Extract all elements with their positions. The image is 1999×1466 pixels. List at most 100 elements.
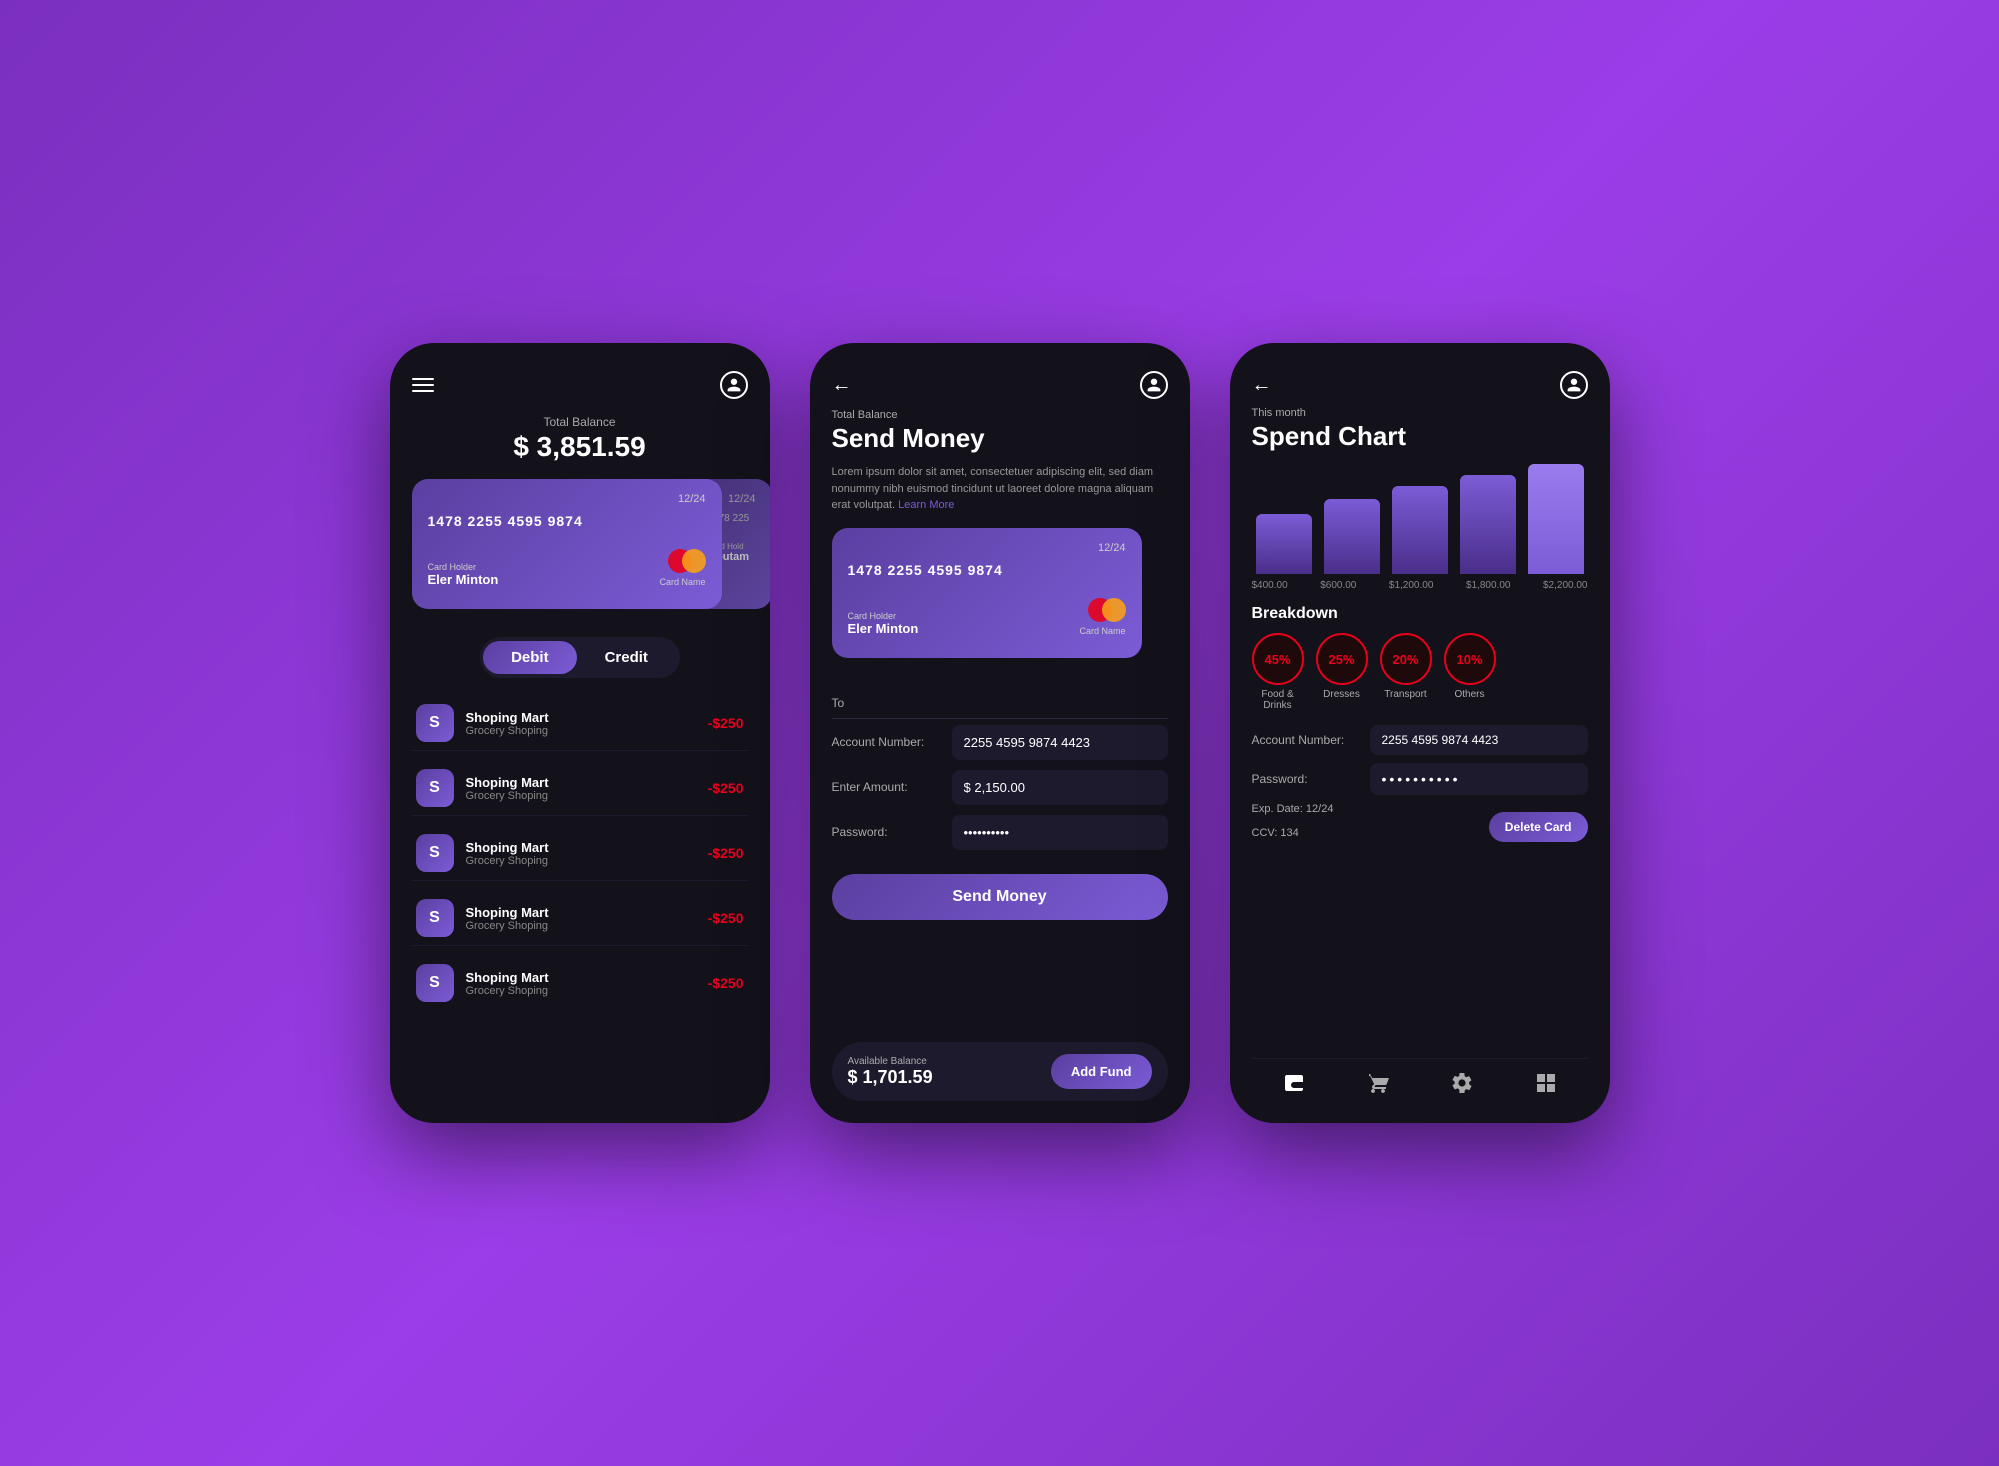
password-row: Password: (832, 815, 1168, 850)
card-number: 1478 2255 4595 9874 (428, 513, 706, 529)
password-value: •••••••••• (1370, 763, 1588, 795)
transaction-avatar: S (416, 704, 454, 742)
transaction-info: Shoping Mart Grocery Shoping (466, 775, 696, 802)
ccv: CCV: 134 (1252, 827, 1479, 839)
transaction-item: S Shoping Mart Grocery Shoping -$250 (412, 826, 748, 881)
chart-label-2: $600.00 (1320, 580, 1356, 591)
nav-cart-icon[interactable] (1366, 1071, 1390, 1101)
debit-credit-toggle: Debit Credit (480, 637, 680, 678)
phone3-password-row: Password: •••••••••• (1252, 763, 1588, 795)
transactions-list: S Shoping Mart Grocery Shoping -$250 S S… (412, 696, 748, 1101)
transaction-info: Shoping Mart Grocery Shoping (466, 710, 696, 737)
card-holder-name: Eler Minton (428, 572, 499, 587)
transaction-avatar: S (416, 964, 454, 1002)
account-number-row: Account Number: (832, 725, 1168, 760)
transaction-name: Shoping Mart (466, 905, 696, 920)
card-name-label: Card Name (1079, 626, 1125, 636)
credit-button[interactable]: Credit (577, 641, 676, 674)
available-balance-amount: $ 1,701.59 (848, 1067, 933, 1088)
breakdown-label-food: Food &Drinks (1261, 689, 1293, 711)
transaction-name: Shoping Mart (466, 840, 696, 855)
bar-5 (1528, 464, 1584, 574)
bar-1 (1256, 514, 1312, 575)
account-number-input[interactable] (952, 725, 1168, 760)
amount-row: Enter Amount: (832, 770, 1168, 805)
available-balance-label: Available Balance (848, 1056, 933, 1067)
spend-chart-title: Spend Chart (1252, 421, 1588, 452)
cards-container: 12/24 1478 2255 4595 9874 Card Holder El… (412, 479, 748, 619)
back-arrow-icon[interactable]: ← (832, 374, 852, 397)
send-money-button[interactable]: Send Money (832, 874, 1168, 920)
nav-settings-icon[interactable] (1450, 1071, 1474, 1101)
phone2-main-card[interactable]: 12/24 1478 2255 4595 9874 Card Holder El… (832, 528, 1142, 658)
account-number-value: 2255 4595 9874 4423 (1370, 725, 1588, 755)
breakdown-circle-dresses: 25% (1316, 633, 1368, 685)
amount-input[interactable] (952, 770, 1168, 805)
transaction-amount: -$250 (708, 910, 744, 926)
send-money-description: Lorem ipsum dolor sit amet, consectetuer… (832, 464, 1168, 514)
exp-ccv-row: Exp. Date: 12/24 CCV: 134 Delete Card (1252, 803, 1588, 851)
bar-2 (1324, 499, 1380, 574)
breakdown-food: 45% Food &Drinks (1252, 633, 1304, 711)
bar-chart (1252, 464, 1588, 574)
phone1-topbar (412, 371, 748, 399)
transaction-item: S Shoping Mart Grocery Shoping -$250 (412, 956, 748, 1010)
card-number: 1478 2255 4595 9874 (848, 562, 1126, 578)
transaction-amount: -$250 (708, 715, 744, 731)
menu-icon[interactable] (412, 378, 434, 392)
transaction-sub: Grocery Shoping (466, 855, 696, 867)
card-holder-name: Eler Minton (848, 621, 919, 636)
add-fund-button[interactable]: Add Fund (1051, 1054, 1152, 1089)
breakdown-transport: 20% Transport (1380, 633, 1432, 711)
amount-label: Enter Amount: (832, 780, 942, 794)
transaction-sub: Grocery Shoping (466, 790, 696, 802)
breakdown-label-others: Others (1454, 689, 1484, 700)
user-avatar-icon[interactable] (1140, 371, 1168, 399)
back-arrow-icon[interactable]: ← (1252, 374, 1272, 397)
user-avatar-icon[interactable] (1560, 371, 1588, 399)
total-balance-amount: $ 3,851.59 (412, 431, 748, 463)
delete-card-button[interactable]: Delete Card (1489, 812, 1588, 842)
transaction-avatar: S (416, 834, 454, 872)
nav-wallet-icon[interactable] (1282, 1071, 1306, 1101)
total-balance-label: Total Balance (412, 415, 748, 429)
transaction-item: S Shoping Mart Grocery Shoping -$250 (412, 696, 748, 751)
transaction-name: Shoping Mart (466, 970, 696, 985)
breakdown-label-dresses: Dresses (1323, 689, 1360, 700)
chart-label-4: $1,800.00 (1466, 580, 1511, 591)
transaction-avatar: S (416, 899, 454, 937)
nav-grid-icon[interactable] (1534, 1071, 1558, 1101)
account-number-label: Account Number: (1252, 733, 1362, 747)
exp-date: Exp. Date: 12/24 (1252, 803, 1479, 815)
phone-2: ← Total Balance Send Money Lorem ipsum d… (810, 343, 1190, 1123)
password-input[interactable] (952, 815, 1168, 850)
transaction-item: S Shoping Mart Grocery Shoping -$250 (412, 761, 748, 816)
breakdown-items: 45% Food &Drinks 25% Dresses 20% Transpo… (1252, 633, 1588, 711)
available-balance-bar: Available Balance $ 1,701.59 Add Fund (832, 1042, 1168, 1101)
bar-3 (1392, 486, 1448, 574)
transaction-info: Shoping Mart Grocery Shoping (466, 905, 696, 932)
main-card[interactable]: 12/24 1478 2255 4595 9874 Card Holder El… (412, 479, 722, 609)
card-holder-label: Card Holder (428, 562, 499, 572)
to-label: To (832, 696, 1168, 710)
learn-more-link[interactable]: Learn More (898, 499, 954, 511)
account-number-label: Account Number: (832, 735, 942, 749)
debit-button[interactable]: Debit (483, 641, 577, 674)
user-avatar-icon[interactable] (720, 371, 748, 399)
phone2-cards-container: 12/24 1478 2255 4595 9874 Card Holder El… (832, 528, 1168, 668)
phone2-topbar: ← (832, 371, 1168, 399)
transaction-amount: -$250 (708, 780, 744, 796)
transaction-avatar: S (416, 769, 454, 807)
phone3-topbar: ← (1252, 371, 1588, 399)
card-holder-label: Card Holder (848, 611, 919, 621)
breakdown-label-transport: Transport (1384, 689, 1426, 700)
breakdown-circle-others: 10% (1444, 633, 1496, 685)
chart-label-5: $2,200.00 (1543, 580, 1588, 591)
transaction-info: Shoping Mart Grocery Shoping (466, 840, 696, 867)
phone3-account-row: Account Number: 2255 4595 9874 4423 (1252, 725, 1588, 755)
bar-4 (1460, 475, 1516, 574)
phone-3: ← This month Spend Chart $400.00 $600.00… (1230, 343, 1610, 1123)
transaction-sub: Grocery Shoping (466, 985, 696, 997)
password-label: Password: (832, 825, 942, 839)
breakdown-circle-food: 45% (1252, 633, 1304, 685)
